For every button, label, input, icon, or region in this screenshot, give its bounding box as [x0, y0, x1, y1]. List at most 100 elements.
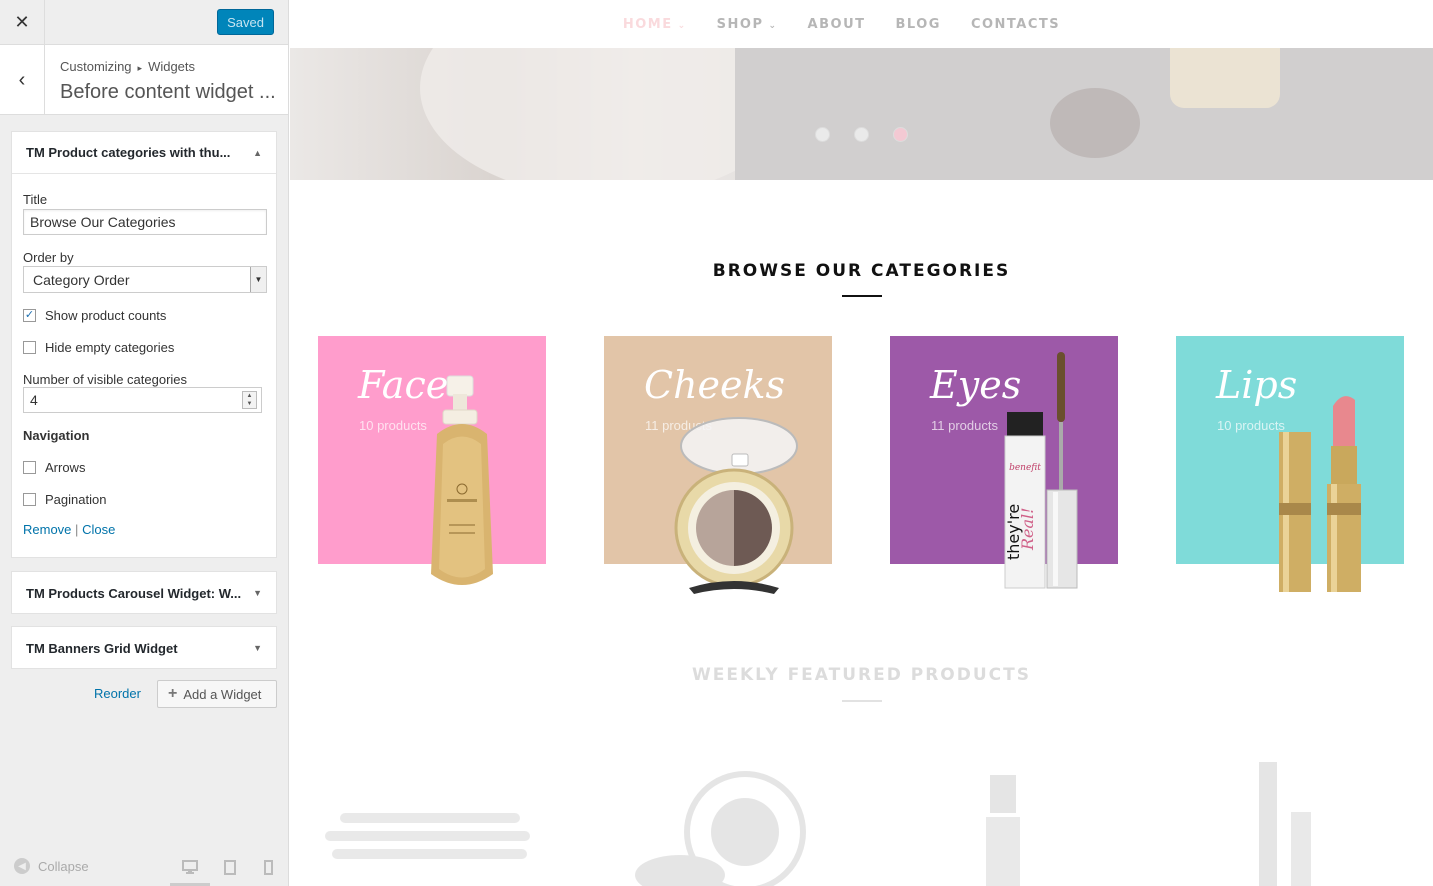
svg-text:benefit: benefit	[1009, 463, 1041, 473]
chevron-down-icon: ⌄	[677, 20, 687, 31]
nav-home[interactable]: HOME ⌄	[623, 17, 687, 32]
section-header: ‹ Customizing ▸ Widgets Before content wid…	[0, 45, 288, 115]
collapse-icon: ◀	[14, 858, 30, 874]
collapse-arrow-icon[interactable]: ▲	[253, 148, 262, 158]
hide-empty-row[interactable]: Hide empty categories	[23, 340, 267, 355]
arrows-row[interactable]: Arrows	[23, 460, 267, 475]
spin-down-icon[interactable]: ▼	[247, 400, 253, 408]
widget-title: TM Banners Grid Widget	[26, 640, 178, 656]
breadcrumb: Customizing ▸ Widgets	[60, 59, 195, 74]
title-input[interactable]: Browse Our Categories	[23, 209, 267, 235]
customizer-topbar: ✕ Saved	[0, 0, 288, 45]
widget-title: TM Product categories with thu...	[26, 145, 231, 160]
category-card-eyes[interactable]: Eyes 11 products benefit they're Real!	[890, 336, 1118, 589]
widget-banners-grid[interactable]: TM Banners Grid Widget ▼	[11, 626, 277, 669]
collapse-label: Collapse	[38, 858, 89, 874]
slider-dot[interactable]	[854, 127, 869, 142]
heading-underline	[842, 295, 882, 297]
chevron-down-icon: ⌄	[768, 20, 778, 31]
heading-underline	[842, 700, 882, 702]
category-card-lips[interactable]: Lips 10 products	[1176, 336, 1404, 592]
arrows-checkbox[interactable]	[23, 461, 36, 474]
back-button[interactable]: ‹	[0, 45, 45, 115]
nav-shop[interactable]: SHOP ⌄	[717, 17, 778, 32]
mobile-preview-icon[interactable]	[258, 857, 278, 877]
hero-image-shape	[1050, 88, 1140, 158]
order-by-label: Order by	[23, 250, 74, 265]
category-card-cheeks[interactable]: Cheeks 11 products	[604, 336, 832, 594]
svg-text:Real!: Real!	[1018, 507, 1037, 551]
tablet-preview-icon[interactable]	[220, 857, 240, 877]
eyeshadow-compact-image	[674, 417, 798, 594]
product-image-compact	[635, 771, 806, 886]
breadcrumb-arrow-icon: ▸	[137, 63, 143, 73]
plus-icon: +	[168, 685, 178, 702]
reorder-link[interactable]: Reorder	[94, 686, 141, 701]
visible-count-input[interactable]: 4 ▲ ▼	[23, 387, 262, 413]
widget-actions: Remove | Close	[23, 522, 267, 537]
actions-separator: |	[75, 522, 79, 537]
widget-title: TM Products Carousel Widget: W...	[26, 585, 242, 601]
mascara-image: benefit they're Real!	[1004, 352, 1078, 589]
hide-empty-checkbox[interactable]	[23, 341, 36, 354]
visible-count-value: 4	[30, 392, 38, 408]
order-by-select[interactable]: Category Order ▼	[23, 266, 267, 293]
chevron-left-icon: ‹	[18, 68, 26, 91]
categories-heading: BROWSE OUR CATEGORIES	[712, 261, 1011, 281]
add-widget-label: Add a Widget	[183, 686, 262, 702]
hero-slider	[290, 48, 1433, 180]
slider-dot-active[interactable]	[893, 127, 908, 142]
widget-form: Title Browse Our Categories Order by Cat…	[23, 190, 267, 537]
slider-pagination	[815, 127, 908, 142]
hide-empty-label: Hide empty categories	[45, 340, 175, 355]
dropdown-arrow-icon[interactable]: ▼	[250, 267, 266, 292]
slider-dot[interactable]	[815, 127, 830, 142]
pagination-checkbox[interactable]	[23, 493, 36, 506]
show-counts-checkbox[interactable]: ✓	[23, 309, 36, 322]
hero-image-shape	[1170, 48, 1280, 108]
widget-header-products-carousel[interactable]: TM Products Carousel Widget: W... ▼	[12, 572, 276, 614]
category-card-face[interactable]: Face 10 products	[318, 336, 546, 585]
main-navigation: HOME ⌄ SHOP ⌄ ABOUT BLOG CONTACTS	[290, 0, 1433, 48]
close-link[interactable]: Close	[82, 522, 115, 537]
featured-heading: WEEKLY FEATURED PRODUCTS	[692, 665, 1031, 685]
breadcrumb-widgets: Widgets	[148, 59, 196, 74]
section-title: Before content widget ...	[60, 81, 276, 103]
widget-header-banners-grid[interactable]: TM Banners Grid Widget ▼	[12, 627, 276, 669]
widget-product-categories: TM Product categories with thu... ▲ Titl…	[11, 131, 277, 558]
pagination-row[interactable]: Pagination	[23, 492, 267, 507]
product-image-tubes	[1259, 762, 1311, 886]
saved-button[interactable]: Saved	[217, 9, 274, 35]
widget-products-carousel[interactable]: TM Products Carousel Widget: W... ▼	[11, 571, 277, 614]
close-customizer-button[interactable]: ✕	[0, 0, 45, 45]
collapse-button[interactable]: ◀ Collapse	[14, 858, 89, 874]
visible-count-label: Number of visible categories	[23, 372, 188, 387]
foundation-bottle-image	[431, 375, 493, 585]
number-spinner[interactable]: ▲ ▼	[242, 391, 257, 409]
nav-about[interactable]: ABOUT	[808, 17, 866, 32]
add-widget-button[interactable]: + Add a Widget	[157, 680, 277, 708]
remove-link[interactable]: Remove	[23, 522, 71, 537]
pagination-label: Pagination	[45, 492, 107, 507]
customizer-sidebar: ✕ Saved ‹ Customizing ▸ Widgets Before con…	[0, 0, 289, 886]
show-counts-label: Show product counts	[45, 308, 167, 323]
category-count: 11 products	[931, 418, 998, 433]
show-counts-row[interactable]: ✓ Show product counts	[23, 308, 267, 323]
widget-header-product-categories[interactable]: TM Product categories with thu... ▲	[12, 132, 276, 174]
navigation-label: Navigation	[23, 428, 90, 443]
nav-blog[interactable]: BLOG	[896, 17, 941, 32]
nav-contacts[interactable]: CONTACTS	[971, 17, 1060, 32]
expand-arrow-icon[interactable]: ▼	[253, 588, 262, 598]
lipstick-image	[1279, 396, 1361, 592]
product-image-bottle	[986, 775, 1020, 886]
spin-up-icon[interactable]: ▲	[247, 392, 253, 400]
desktop-preview-icon[interactable]	[180, 857, 200, 877]
arrows-label: Arrows	[45, 460, 86, 475]
breadcrumb-customizing: Customizing	[60, 59, 132, 74]
close-icon: ✕	[14, 12, 30, 32]
site-preview: HOME ⌄ SHOP ⌄ ABOUT BLOG CONTACTS BROWSE O…	[290, 0, 1433, 886]
product-image-brushes	[325, 813, 530, 859]
title-label: Title	[23, 192, 48, 207]
expand-arrow-icon[interactable]: ▼	[253, 643, 262, 653]
order-by-value: Category Order	[33, 271, 130, 288]
